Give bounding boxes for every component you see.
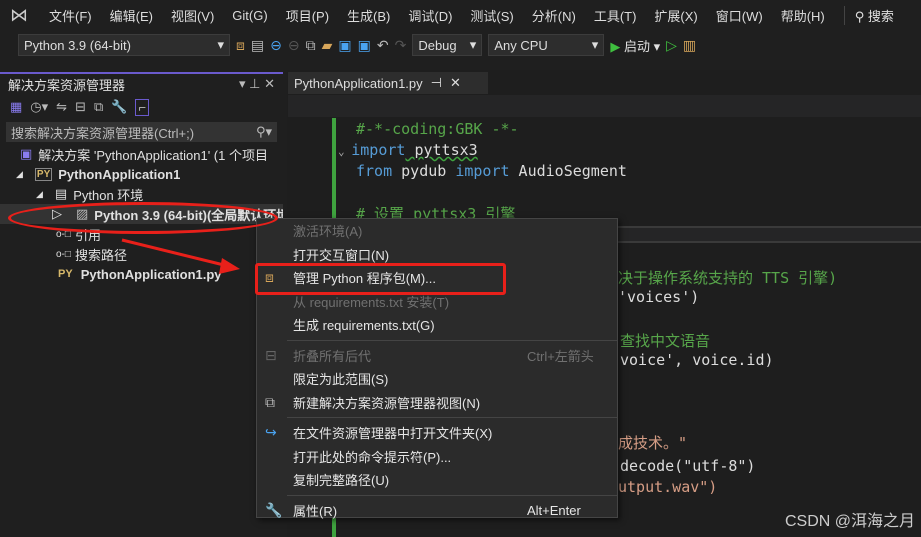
- arrow-head: [219, 258, 240, 274]
- annotation-arrow: [121, 238, 240, 274]
- arrow-shaft: [121, 238, 229, 268]
- watermark: CSDN @洱海之月: [784, 513, 915, 530]
